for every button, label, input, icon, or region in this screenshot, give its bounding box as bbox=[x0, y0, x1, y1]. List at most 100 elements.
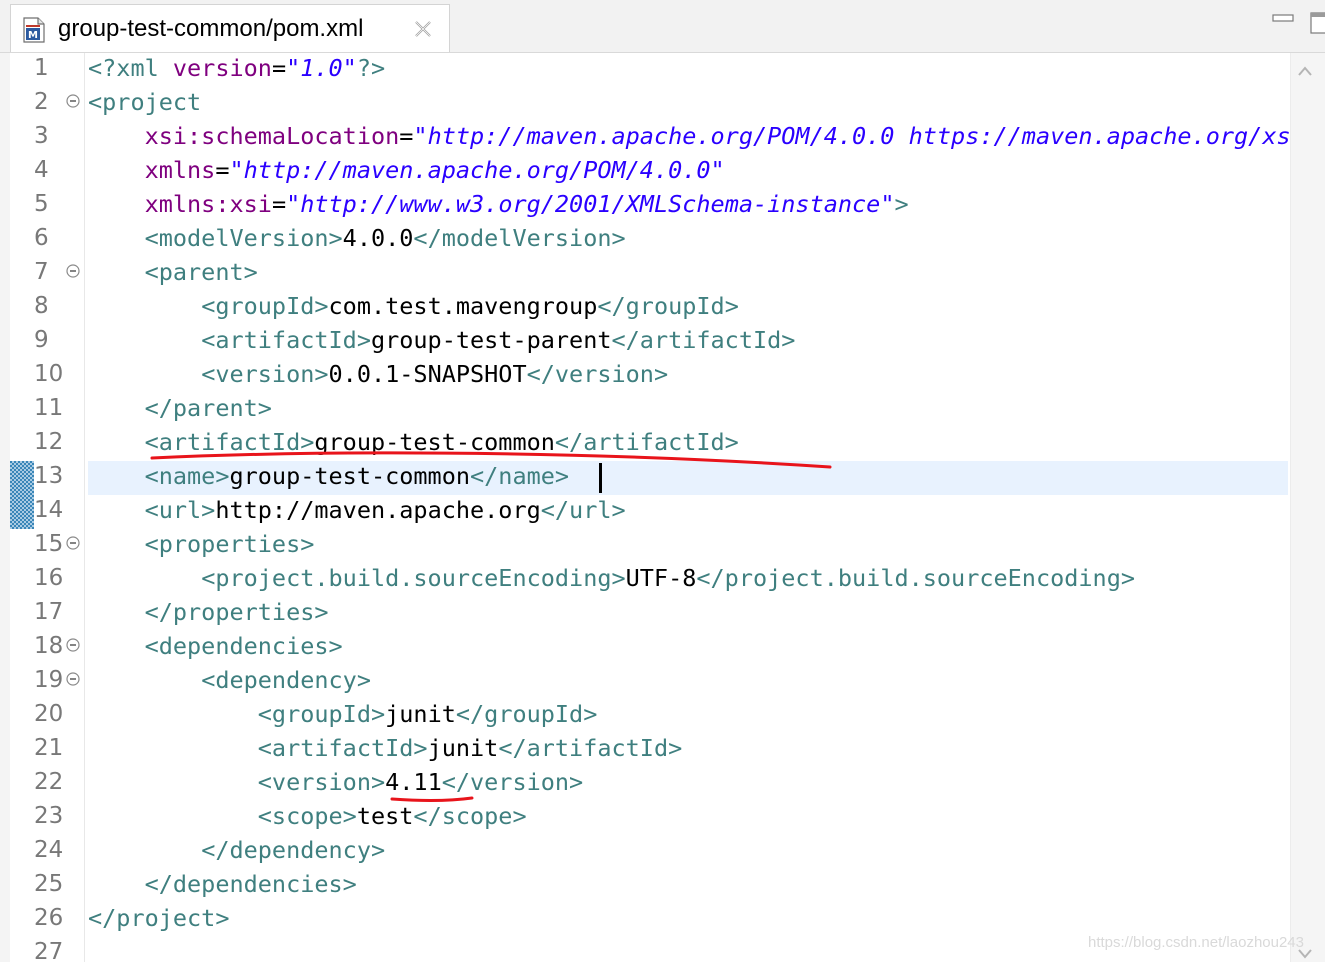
code-line[interactable]: 5 xmlns:xsi="http://www.w3.org/2001/XMLS… bbox=[0, 189, 1290, 223]
xml-token-tag: <parent> bbox=[144, 258, 258, 286]
xml-token-str: "http://maven.apache.org/POM/4.0.0 https… bbox=[413, 122, 1325, 150]
code-line[interactable]: 13 <name>group-test-common</name> bbox=[0, 461, 1290, 495]
code-line[interactable]: 9 <artifactId>group-test-parent</artifac… bbox=[0, 325, 1290, 359]
xml-token-attr: version bbox=[172, 54, 272, 82]
xml-token-txt bbox=[88, 326, 201, 354]
xml-token-tag: <url> bbox=[144, 496, 216, 524]
xml-token-tag: </dependencies> bbox=[144, 870, 357, 898]
line-number: 25 bbox=[34, 871, 64, 897]
xml-token-txt: junit bbox=[385, 700, 456, 728]
xml-token-txt bbox=[88, 700, 258, 728]
code-line[interactable]: 17 </properties> bbox=[0, 597, 1290, 631]
code-text: <version>0.0.1-SNAPSHOT</version> bbox=[88, 360, 668, 388]
vertical-scrollbar[interactable] bbox=[1290, 53, 1325, 962]
code-text: xmlns:xsi="http://www.w3.org/2001/XMLSch… bbox=[88, 190, 909, 218]
code-text: <parent> bbox=[88, 258, 258, 286]
code-text: <artifactId>group-test-parent</artifactI… bbox=[88, 326, 795, 354]
code-line[interactable]: 6 <modelVersion>4.0.0</modelVersion> bbox=[0, 223, 1290, 257]
code-line[interactable]: 20 <groupId>junit</groupId> bbox=[0, 699, 1290, 733]
xml-token-tag: <artifactId> bbox=[257, 734, 428, 762]
xml-token-txt bbox=[88, 258, 145, 286]
xml-token-txt: http://maven.apache.org bbox=[215, 496, 541, 524]
line-number: 2 bbox=[34, 89, 49, 115]
code-line[interactable]: 8 <groupId>com.test.mavengroup</groupId> bbox=[0, 291, 1290, 325]
line-number: 4 bbox=[34, 157, 49, 183]
code-line[interactable]: 23 <scope>test</scope> bbox=[0, 801, 1290, 835]
editor-tab-pom-xml[interactable]: M group-test-common/pom.xml bbox=[10, 4, 450, 52]
line-number: 7 bbox=[34, 259, 49, 285]
xml-token-txt bbox=[88, 530, 145, 558]
xml-token-txt bbox=[88, 632, 145, 660]
text-cursor bbox=[599, 463, 602, 493]
xml-token-str: "http://www.w3.org/2001/XMLSchema-instan… bbox=[286, 190, 895, 218]
xml-token-txt bbox=[88, 360, 201, 388]
xml-token-txt bbox=[88, 462, 145, 490]
xml-token-txt: UTF-8 bbox=[625, 564, 697, 592]
code-line[interactable]: 25 </dependencies> bbox=[0, 869, 1290, 903]
collapse-fold-icon[interactable] bbox=[66, 536, 80, 550]
xml-token-txt: group-test-parent bbox=[370, 326, 612, 354]
maximize-icon[interactable] bbox=[1310, 12, 1325, 34]
xml-token-tag: <project.build.sourceEncoding> bbox=[201, 564, 626, 592]
xml-token-txt: 0.0.1-SNAPSHOT bbox=[328, 360, 527, 388]
code-text: <artifactId>group-test-common</artifactI… bbox=[88, 428, 739, 456]
code-text: </project> bbox=[88, 904, 229, 932]
code-text: <project.build.sourceEncoding>UTF-8</pro… bbox=[88, 564, 1135, 592]
line-number: 22 bbox=[34, 769, 64, 795]
line-number: 14 bbox=[34, 497, 64, 523]
collapse-fold-icon[interactable] bbox=[66, 672, 80, 686]
code-line[interactable]: 21 <artifactId>junit</artifactId> bbox=[0, 733, 1290, 767]
xml-token-tag: </url> bbox=[540, 496, 626, 524]
xml-token-txt: 4.0.0 bbox=[342, 224, 414, 252]
xml-token-tag: </name> bbox=[470, 462, 570, 490]
code-line[interactable]: 19 <dependency> bbox=[0, 665, 1290, 699]
code-line[interactable]: 26 </project> bbox=[0, 903, 1290, 937]
line-number: 3 bbox=[34, 123, 49, 149]
xml-token-txt bbox=[88, 836, 201, 864]
collapse-fold-icon[interactable] bbox=[66, 638, 80, 652]
xml-token-attr: xsi:schemaLocation bbox=[144, 122, 400, 150]
code-text: <version>4.11</version> bbox=[88, 768, 583, 796]
collapse-fold-icon[interactable] bbox=[66, 94, 80, 108]
code-text: <dependencies> bbox=[88, 632, 343, 660]
xml-token-tag: </modelVersion> bbox=[413, 224, 626, 252]
close-icon[interactable] bbox=[413, 19, 433, 39]
chevron-up-icon[interactable] bbox=[1297, 65, 1313, 77]
xml-token-punct: = bbox=[271, 54, 287, 82]
xml-token-txt bbox=[88, 666, 201, 694]
code-text: <modelVersion>4.0.0</modelVersion> bbox=[88, 224, 626, 252]
xml-token-txt: com.test.mavengroup bbox=[328, 292, 598, 320]
code-line[interactable]: 4 xmlns="http://maven.apache.org/POM/4.0… bbox=[0, 155, 1290, 189]
collapse-fold-icon[interactable] bbox=[66, 264, 80, 278]
code-line[interactable]: 15 <properties> bbox=[0, 529, 1290, 563]
code-line[interactable]: 10 <version>0.0.1-SNAPSHOT</version> bbox=[0, 359, 1290, 393]
code-line[interactable]: 12 <artifactId>group-test-common</artifa… bbox=[0, 427, 1290, 461]
tab-title: group-test-common/pom.xml bbox=[58, 15, 364, 42]
code-line[interactable]: 7 <parent> bbox=[0, 257, 1290, 291]
code-line[interactable]: 2 <project bbox=[0, 87, 1290, 121]
xml-token-txt bbox=[88, 734, 258, 762]
svg-text:M: M bbox=[28, 30, 38, 41]
code-line[interactable]: 22 <version>4.11</version> bbox=[0, 767, 1290, 801]
xml-token-tag: <name> bbox=[144, 462, 230, 490]
xml-token-txt bbox=[88, 428, 145, 456]
xml-token-tag: </groupId> bbox=[455, 700, 598, 728]
code-line[interactable]: 18 <dependencies> bbox=[0, 631, 1290, 665]
code-line[interactable]: 16 <project.build.sourceEncoding>UTF-8</… bbox=[0, 563, 1290, 597]
code-text: <?xml version="1.0"?> bbox=[88, 54, 385, 82]
xml-token-str: "http://maven.apache.org/POM/4.0.0" bbox=[229, 156, 725, 184]
xml-token-tag: </artifactId> bbox=[611, 326, 796, 354]
code-line[interactable]: 11 </parent> bbox=[0, 393, 1290, 427]
xml-source-editor[interactable]: 1 <?xml version="1.0"?> 2 <project 3 xsi:sch… bbox=[0, 53, 1325, 962]
code-line[interactable]: 14 <url>http://maven.apache.org</url> bbox=[0, 495, 1290, 529]
minimize-icon[interactable] bbox=[1272, 12, 1294, 24]
code-line[interactable]: 1 <?xml version="1.0"?> bbox=[0, 53, 1290, 87]
xml-token-tag: </scope> bbox=[413, 802, 527, 830]
code-text: <properties> bbox=[88, 530, 315, 558]
line-number: 9 bbox=[34, 327, 49, 353]
xml-token-tag: <groupId> bbox=[201, 292, 329, 320]
code-line[interactable]: 24 </dependency> bbox=[0, 835, 1290, 869]
code-text: <artifactId>junit</artifactId> bbox=[88, 734, 682, 762]
code-line[interactable]: 3 xsi:schemaLocation="http://maven.apach… bbox=[0, 121, 1325, 155]
code-text: <scope>test</scope> bbox=[88, 802, 527, 830]
